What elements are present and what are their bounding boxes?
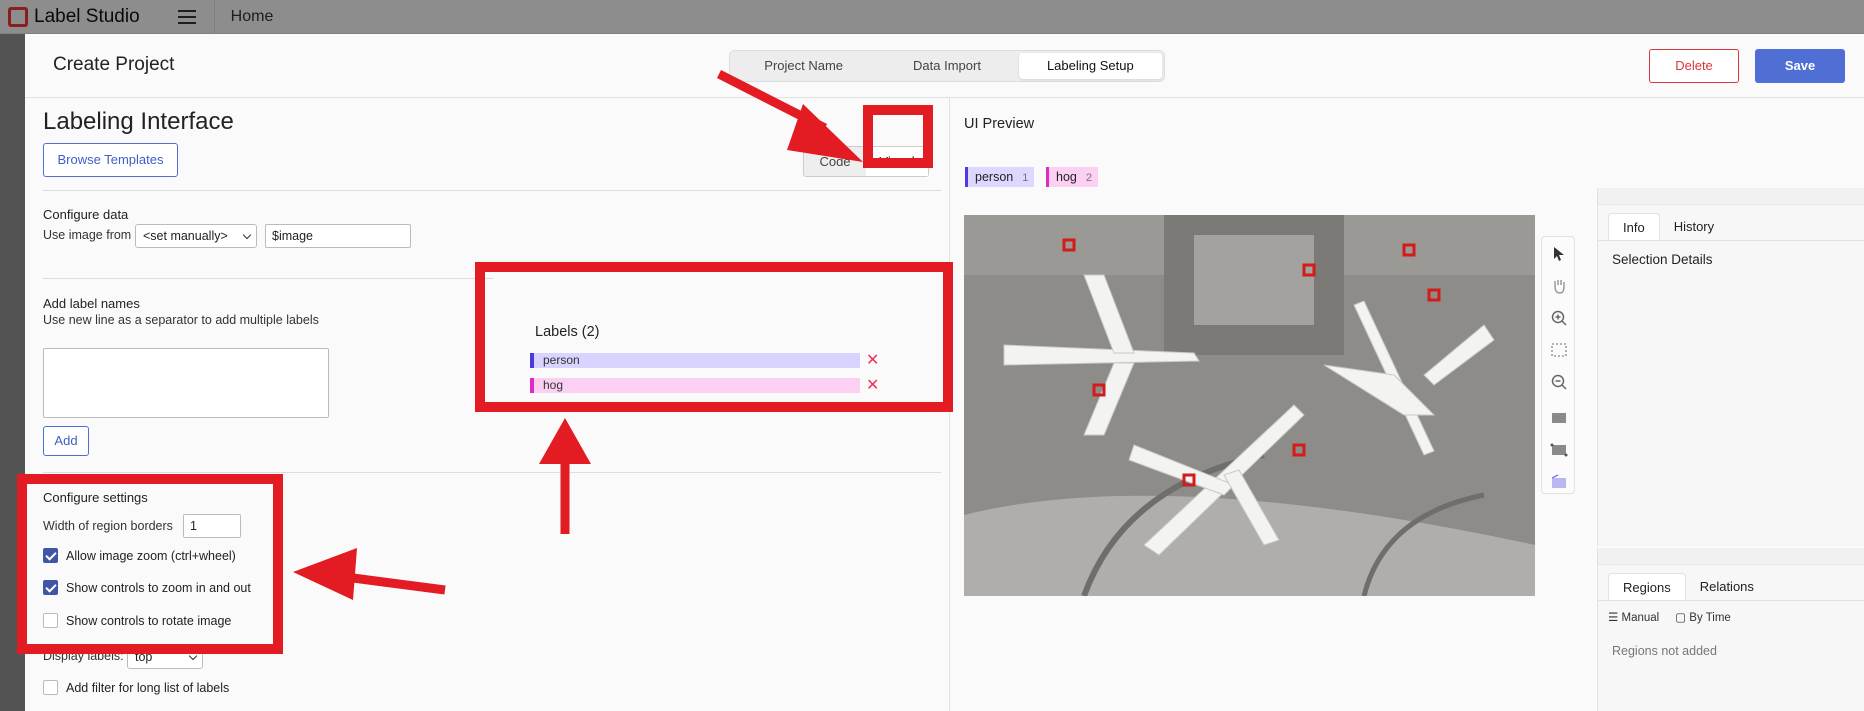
preview-label-hog[interactable]: hog 2 [1046,167,1098,187]
divider [43,190,941,191]
use-image-from-label: Use image from [43,228,132,242]
regions-panel: Regions Relations ☰ Manual ▢ By Time Reg… [1597,548,1864,711]
divider [43,472,941,473]
image-source-select[interactable]: <set manually> [135,224,257,248]
preview-image[interactable] [964,215,1535,596]
pan-hand-icon[interactable] [1550,277,1568,295]
regions-sort-bar: ☰ Manual ▢ By Time [1608,610,1731,624]
tab-relations[interactable]: Relations [1686,573,1768,600]
labeling-interface-heading: Labeling Interface [43,108,234,135]
fit-to-screen-icon[interactable] [1550,341,1568,359]
chip-hotkey: 2 [1085,172,1092,184]
zoom-out-icon[interactable] [1550,373,1568,391]
sort-manual-label: Manual [1621,612,1660,624]
sort-by-time-label: By Time [1689,612,1731,624]
annotation-arrow-to-labels [539,418,591,534]
preview-label-person[interactable]: person 1 [965,167,1035,187]
tab-history[interactable]: History [1660,213,1728,240]
add-labels-button[interactable]: Add [43,426,89,456]
region-tabs: Regions Relations [1598,573,1864,601]
image-source-value: <set manually> [143,229,228,243]
auto-rectangle-tool-icon[interactable] [1550,473,1568,491]
checkbox-unchecked-icon[interactable] [43,680,58,695]
select-pointer-icon[interactable] [1550,245,1568,263]
image-toolbar [1541,236,1575,494]
annotation-arrow-to-visual [716,70,863,162]
selection-details-title: Selection Details [1612,252,1713,267]
annotation-box-labels [475,262,953,412]
regions-empty-message: Regions not added [1612,644,1717,658]
sort-manual[interactable]: ☰ Manual [1608,610,1659,624]
step-labeling-setup[interactable]: Labeling Setup [1018,53,1162,79]
rectangle-tool-icon[interactable] [1550,409,1568,427]
modal-title: Create Project [53,54,175,75]
image-variable-input[interactable]: $image [265,224,411,248]
tab-info[interactable]: Info [1608,213,1660,240]
divider [43,278,493,279]
info-panel: Info History Selection Details [1597,188,1864,546]
chip-label: person [975,170,1014,184]
label-names-textarea[interactable] [43,348,329,418]
step-data-import[interactable]: Data Import [875,53,1018,79]
browse-templates-button[interactable]: Browse Templates [43,143,178,177]
configure-data-title: Configure data [43,207,129,222]
rectangle-3point-tool-icon[interactable] [1550,441,1568,459]
sort-by-time[interactable]: ▢ By Time [1675,610,1731,624]
annotation-box-settings [17,474,283,654]
create-project-modal: Create Project Project Name Data Import … [17,34,1864,711]
annotation-arrow-to-settings [293,548,446,600]
delete-button[interactable]: Delete [1649,49,1739,83]
option-label: Add filter for long list of labels [66,680,230,695]
panel-drag-handle[interactable] [1598,188,1864,205]
save-button[interactable]: Save [1755,49,1845,83]
ui-preview-title: UI Preview [964,116,1035,132]
panel-drag-handle[interactable] [1598,548,1864,565]
info-tabs: Info History [1598,213,1864,241]
chip-label: hog [1056,170,1077,184]
option-label-filter[interactable]: Add filter for long list of labels [43,680,229,695]
chip-hotkey: 1 [1022,172,1029,184]
ui-preview-panel: UI Preview person 1 hog 2 Info History S… [949,98,1864,711]
add-label-names-title: Add label names [43,296,140,311]
tab-regions[interactable]: Regions [1608,573,1686,600]
zoom-in-icon[interactable] [1550,309,1568,327]
chevron-down-icon [242,230,252,240]
modal-header: Create Project Project Name Data Import … [25,34,1864,98]
add-labels-hint: Use new line as a separator to add multi… [43,313,319,327]
